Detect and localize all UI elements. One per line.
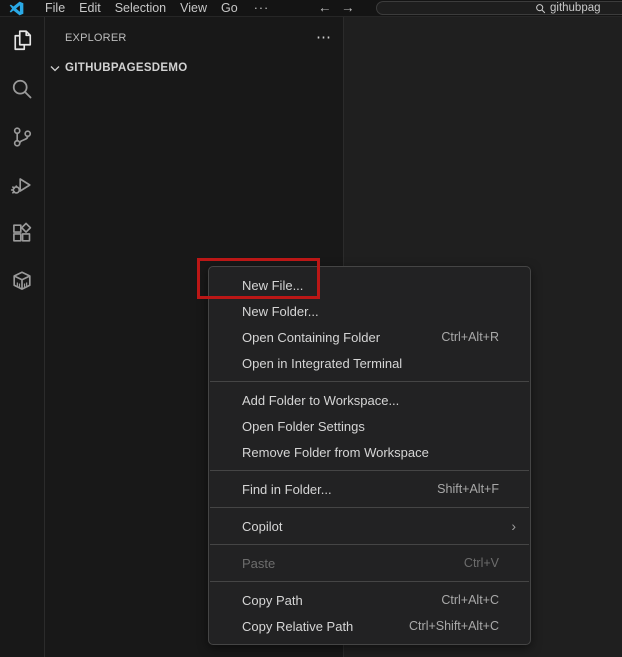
command-center-content: githubpag [535,2,601,14]
search-icon [535,3,546,14]
menu-item-shortcut: Ctrl+V [464,556,499,570]
menu-file[interactable]: File [38,0,72,17]
nav-back-icon[interactable]: ← [318,0,332,17]
menu-item-label: Copy Relative Path [242,619,409,634]
submenu-arrow-icon: › [511,520,516,532]
menu-separator [210,470,529,471]
workspace-folder-label: GITHUBPAGESDEMO [65,62,188,74]
menu-item-open-containing-folder[interactable]: Open Containing Folder Ctrl+Alt+R [209,324,530,350]
explorer-title: EXPLORER [65,32,127,44]
menu-item-open-folder-settings[interactable]: Open Folder Settings [209,413,530,439]
menu-separator [210,507,529,508]
vscode-logo-icon [8,0,25,17]
command-center-searchbox[interactable]: githubpag [376,1,622,15]
menu-go[interactable]: Go [214,0,245,17]
explorer-more-actions-icon[interactable]: ⋯ [316,33,331,43]
menu-item-remove-folder-from-workspace[interactable]: Remove Folder from Workspace [209,439,530,465]
menu-item-label: Add Folder to Workspace... [242,393,516,408]
menu-item-label: Find in Folder... [242,482,437,497]
menu-item-open-integrated-terminal[interactable]: Open in Integrated Terminal [209,350,530,376]
menu-item-copy-path[interactable]: Copy Path Ctrl+Alt+C [209,587,530,613]
menu-item-label: Open Containing Folder [242,330,441,345]
menu-item-label: Open in Integrated Terminal [242,356,516,371]
extensions-icon [10,221,34,245]
menu-item-label: Remove Folder from Workspace [242,445,516,460]
menu-item-copy-relative-path[interactable]: Copy Relative Path Ctrl+Shift+Alt+C [209,613,530,639]
menu-separator [210,381,529,382]
activitybar-extensions[interactable] [0,209,44,257]
menu-separator [210,581,529,582]
workspace-folder-row[interactable]: GITHUBPAGESDEMO [45,57,343,79]
menu-item-new-folder[interactable]: New Folder... [209,298,530,324]
menu-edit[interactable]: Edit [72,0,108,17]
menu-item-label: Copilot [242,519,511,534]
menu-item-label: Copy Path [242,593,441,608]
files-icon [10,29,34,53]
menu-item-paste: Paste Ctrl+V [209,550,530,576]
menu-item-shortcut: Ctrl+Alt+R [441,330,499,344]
command-center-text: githubpag [550,2,601,14]
activitybar-containers[interactable] [0,257,44,305]
explorer-header: EXPLORER ⋯ [65,32,331,44]
menu-item-copilot[interactable]: Copilot › [209,513,530,539]
menu-item-add-folder-to-workspace[interactable]: Add Folder to Workspace... [209,387,530,413]
title-bar: File Edit Selection View Go ··· ← → gith… [0,0,622,17]
menu-view[interactable]: View [173,0,214,17]
menu-item-label: New Folder... [242,304,516,319]
nav-forward-icon[interactable]: → [341,0,355,17]
run-debug-icon [10,173,34,197]
menu-item-shortcut: Shift+Alt+F [437,482,499,496]
activitybar-source-control[interactable] [0,113,44,161]
menu-item-shortcut: Ctrl+Shift+Alt+C [409,619,499,633]
menu-item-new-file[interactable]: New File... [209,272,530,298]
menu-item-shortcut: Ctrl+Alt+C [441,593,499,607]
menu-more-icon[interactable]: ··· [245,1,279,15]
activitybar-search[interactable] [0,65,44,113]
menu-bar: File Edit Selection View Go ··· [38,0,278,17]
git-branch-icon [10,125,34,149]
vscode-window: File Edit Selection View Go ··· ← → gith… [0,0,622,657]
explorer-context-menu: New File... New Folder... Open Containin… [208,266,531,645]
chevron-down-icon [50,65,60,72]
menu-selection[interactable]: Selection [108,0,173,17]
activitybar-run-debug[interactable] [0,161,44,209]
cube-icon [10,269,34,293]
activity-bar [0,17,45,657]
activitybar-explorer[interactable] [0,17,44,65]
menu-item-label: Paste [242,556,464,571]
search-icon [10,77,34,101]
menu-item-find-in-folder[interactable]: Find in Folder... Shift+Alt+F [209,476,530,502]
menu-separator [210,544,529,545]
menu-item-label: Open Folder Settings [242,419,516,434]
menu-item-label: New File... [242,278,516,293]
